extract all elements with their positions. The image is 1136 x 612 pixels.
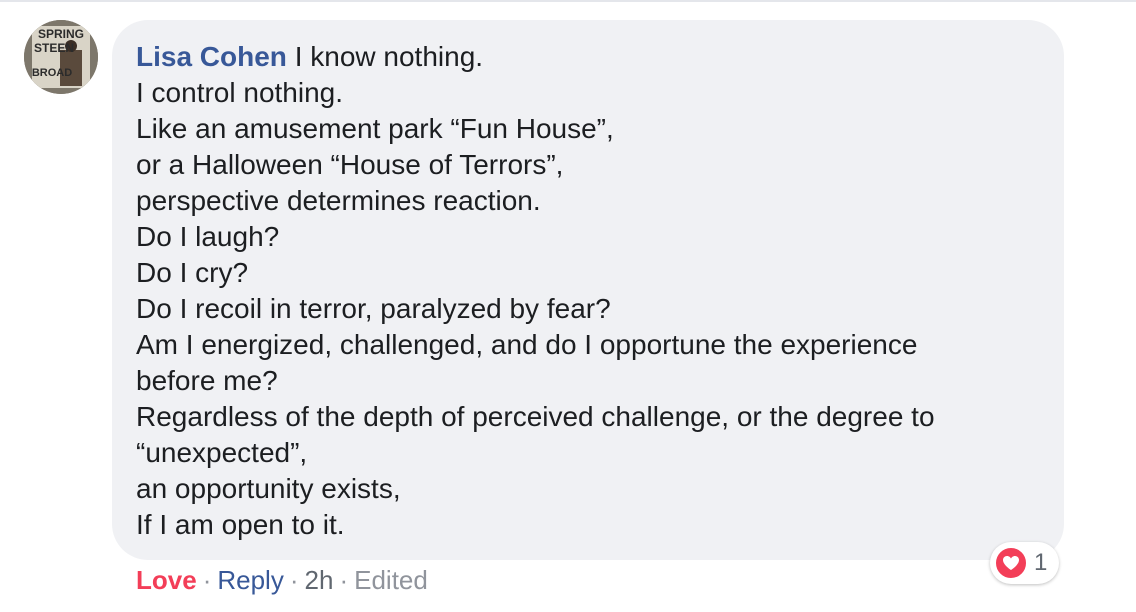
comment-line: Like an amusement park “Fun House”, bbox=[136, 113, 614, 144]
comment-bubble: Lisa Cohen I know nothing. I control not… bbox=[112, 20, 1064, 560]
avatar-text-1: SPRING bbox=[38, 27, 84, 41]
comment-line: an opportunity exists, bbox=[136, 473, 401, 504]
comment-body: Lisa Cohen I know nothing. I control not… bbox=[136, 39, 1044, 543]
separator: · bbox=[202, 565, 212, 595]
divider bbox=[0, 0, 1136, 2]
edited-label: Edited bbox=[354, 565, 428, 595]
avatar-text-3: BROAD bbox=[32, 67, 72, 79]
comment-line: Am I energized, challenged, and do I opp… bbox=[136, 329, 918, 360]
comment-actions: Love · Reply · 2h · Edited bbox=[136, 563, 428, 597]
reaction-count: 1 bbox=[1034, 549, 1048, 576]
reaction-summary[interactable]: 1 bbox=[990, 542, 1060, 584]
separator: · bbox=[339, 565, 349, 595]
avatar-text-2: STEEN bbox=[34, 41, 74, 55]
avatar-image: SPRING STEEN BROAD bbox=[24, 20, 98, 94]
comment-line: perspective determines reaction. bbox=[136, 185, 541, 216]
comment-line: “unexpected”, bbox=[136, 437, 308, 468]
comment-line: If I am open to it. bbox=[136, 509, 345, 540]
author-name-link[interactable]: Lisa Cohen bbox=[136, 41, 287, 72]
comment-line: Lisa Cohen I know nothing. bbox=[136, 39, 1044, 75]
comment-line: I control nothing. bbox=[136, 77, 344, 108]
comment-line: Do I laugh? bbox=[136, 221, 280, 252]
avatar[interactable]: SPRING STEEN BROAD bbox=[24, 20, 98, 94]
comment-thread: SPRING STEEN BROAD Lisa Cohen I know not… bbox=[0, 0, 1136, 612]
comment-line: Do I cry? bbox=[136, 257, 249, 288]
heart-icon bbox=[994, 546, 1028, 580]
comment-line: before me? bbox=[136, 365, 278, 396]
separator: · bbox=[289, 565, 299, 595]
reply-button[interactable]: Reply bbox=[217, 565, 283, 595]
timestamp-link[interactable]: 2h bbox=[305, 565, 334, 595]
love-button[interactable]: Love bbox=[136, 565, 197, 595]
comment-first-line: I know nothing. bbox=[286, 41, 484, 72]
comment-line: Regardless of the depth of perceived cha… bbox=[136, 401, 935, 432]
comment-line: or a Halloween “House of Terrors”, bbox=[136, 149, 564, 180]
comment-line: Do I recoil in terror, paralyzed by fear… bbox=[136, 293, 611, 324]
